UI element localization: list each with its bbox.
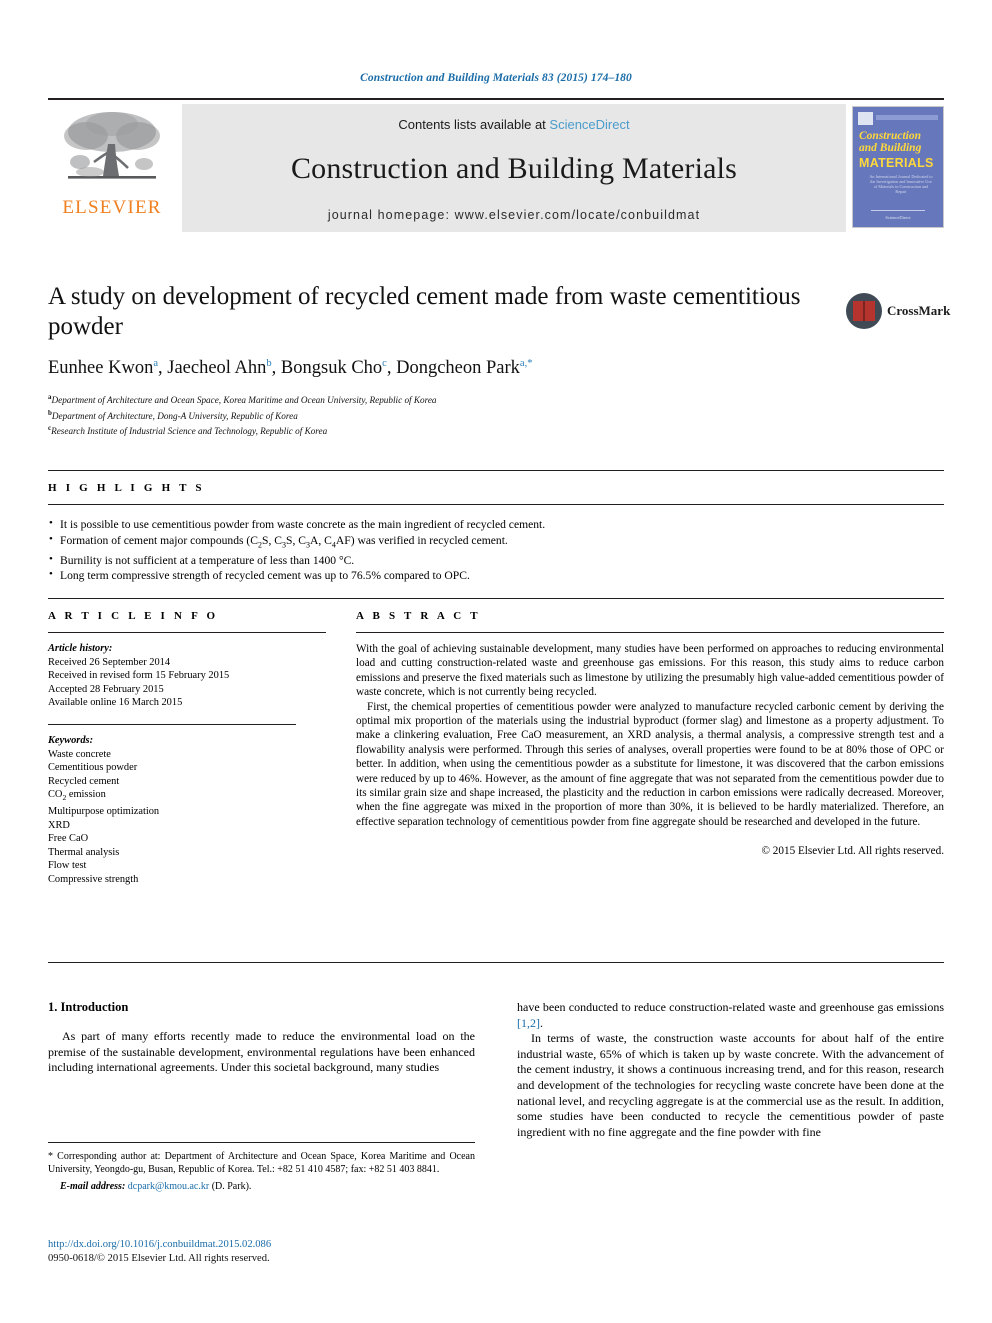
highlights-list: It is possible to use cementitious powde… bbox=[48, 505, 944, 584]
journal-band: Contents lists available at ScienceDirec… bbox=[182, 104, 846, 232]
author-name: Dongcheon Parka,* bbox=[396, 358, 533, 379]
section-title-introduction: 1. Introduction bbox=[48, 1000, 129, 1014]
highlights-section: H I G H L I G H T S It is possible to us… bbox=[48, 470, 944, 584]
highlight-item: It is possible to use cementitious powde… bbox=[48, 516, 944, 533]
crossmark-circle-icon bbox=[846, 293, 882, 329]
intro-left-paragraphs: As part of many efforts recently made to… bbox=[48, 1029, 475, 1076]
highlight-item: Burnility is not sufficient at a tempera… bbox=[48, 552, 944, 569]
contents-prefix: Contents lists available at bbox=[398, 117, 550, 132]
affiliation-list: aDepartment of Architecture and Ocean Sp… bbox=[48, 391, 808, 438]
author-list: Eunhee Kwona, Jaecheol Ahnb, Bongsuk Cho… bbox=[48, 358, 533, 379]
elsevier-tree-icon bbox=[64, 112, 160, 179]
info-abstract-section: A R T I C L E I N F O Article history: R… bbox=[48, 598, 944, 887]
email-suffix: (D. Park). bbox=[211, 1181, 252, 1193]
body-column-right: have been conducted to reduce constructi… bbox=[517, 1000, 944, 1140]
contents-lists-line: Contents lists available at ScienceDirec… bbox=[398, 117, 629, 132]
article-history-item: Received 26 September 2014 bbox=[48, 656, 171, 668]
keyword-item: Cementitious powder bbox=[48, 762, 138, 774]
reference-link[interactable]: [1,2] bbox=[517, 1016, 540, 1030]
paper-page: Construction and Building Materials 83 (… bbox=[0, 0, 992, 1323]
body-columns: 1. Introduction As part of many efforts … bbox=[48, 1000, 944, 1140]
intro-paragraph: As part of many efforts recently made to… bbox=[48, 1029, 475, 1075]
running-head: Construction and Building Materials 83 (… bbox=[360, 72, 632, 84]
keyword-item: Thermal analysis bbox=[48, 846, 120, 858]
highlight-item: Long term compressive strength of recycl… bbox=[48, 567, 944, 584]
elsevier-logo: ELSEVIER bbox=[48, 104, 176, 232]
affiliation-item: bDepartment of Architecture, Dong-A Univ… bbox=[48, 408, 298, 421]
affiliation-mark: b bbox=[48, 408, 52, 417]
crossmark-badge[interactable]: CrossMark bbox=[846, 288, 950, 334]
article-history: Article history: Received 26 September 2… bbox=[48, 633, 326, 710]
crossmark-label: CrossMark bbox=[887, 303, 951, 318]
cover-title-line2: and Building bbox=[859, 142, 922, 154]
footnote-block: * Corresponding author at: Department of… bbox=[48, 1142, 475, 1194]
body-top-rule bbox=[48, 962, 944, 963]
keyword-item: CO2 emission bbox=[48, 789, 106, 803]
email-note: E-mail address: dcpark@kmou.ac.kr (D. Pa… bbox=[48, 1180, 475, 1193]
article-history-item: Available online 16 March 2015 bbox=[48, 697, 183, 709]
title-block: A study on development of recycled cemen… bbox=[48, 282, 808, 438]
keyword-item: Flow test bbox=[48, 860, 87, 872]
article-history-item: Received in revised form 15 February 201… bbox=[48, 670, 230, 682]
issn-copyright: 0950-0618/© 2015 Elsevier Ltd. All right… bbox=[48, 1253, 270, 1264]
author-name: Eunhee Kwona bbox=[48, 358, 158, 379]
abstract-body: With the goal of achieving sustainable d… bbox=[356, 633, 944, 829]
article-history-items: Received 26 September 2014 Received in re… bbox=[48, 656, 326, 710]
keyword-item: Recycled cement bbox=[48, 775, 120, 787]
body-column-left: 1. Introduction As part of many efforts … bbox=[48, 1000, 475, 1140]
highlights-heading: H I G H L I G H T S bbox=[48, 482, 205, 494]
elsevier-wordmark: ELSEVIER bbox=[62, 197, 162, 218]
journal-homepage-link[interactable]: journal homepage: www.elsevier.com/locat… bbox=[328, 208, 700, 222]
keyword-item: XRD bbox=[48, 819, 70, 831]
corresponding-author-note: * Corresponding author at: Department of… bbox=[48, 1151, 475, 1176]
cover-title-line3: MATERIALS bbox=[859, 156, 934, 170]
doi-link[interactable]: http://dx.doi.org/10.1016/j.conbuildmat.… bbox=[48, 1238, 475, 1252]
article-info-heading: A R T I C L E I N F O bbox=[48, 610, 219, 622]
author-affiliation-mark: a,* bbox=[519, 358, 533, 369]
intro-paragraph: have been conducted to reduce constructi… bbox=[517, 1000, 944, 1030]
sciencedirect-link[interactable]: ScienceDirect bbox=[549, 117, 629, 132]
abstract-paragraph: First, the chemical properties of cement… bbox=[356, 700, 944, 828]
journal-cover-image: Construction and Building MATERIALS An I… bbox=[852, 106, 944, 228]
keywords-items: Waste concrete Cementitious powder Recycle… bbox=[48, 748, 326, 887]
crossmark-book-icon bbox=[853, 301, 875, 321]
journal-title: Construction and Building Materials bbox=[290, 152, 738, 185]
author-name: Jaecheol Ahnb bbox=[167, 358, 272, 379]
cover-topbar bbox=[876, 115, 938, 120]
intro-paragraph: In terms of waste, the construction wast… bbox=[517, 1031, 944, 1139]
cover-subtitle: An International Journal Dedicated to th… bbox=[869, 174, 933, 194]
keyword-item: Multipurpose optimization bbox=[48, 806, 160, 818]
abstract-column: A B S T R A C T With the goal of achievi… bbox=[326, 599, 944, 887]
keyword-item: Compressive strength bbox=[48, 873, 139, 885]
abstract-copyright: © 2015 Elsevier Ltd. All rights reserved… bbox=[761, 845, 945, 858]
article-history-item: Accepted 28 February 2015 bbox=[48, 683, 164, 695]
author-name: Bongsuk Choc bbox=[280, 358, 387, 379]
author-affiliation-mark: b bbox=[266, 358, 272, 369]
doi-block: http://dx.doi.org/10.1016/j.conbuildmat.… bbox=[48, 1238, 475, 1266]
article-history-label: Article history: bbox=[48, 643, 113, 654]
author-affiliation-mark: a bbox=[153, 358, 158, 369]
article-info-column: A R T I C L E I N F O Article history: R… bbox=[48, 599, 326, 887]
affiliation-item: aDepartment of Architecture and Ocean Sp… bbox=[48, 393, 437, 406]
keywords-label: Keywords: bbox=[48, 734, 94, 746]
affiliation-mark: c bbox=[48, 424, 52, 433]
article-title: A study on development of recycled cemen… bbox=[48, 283, 801, 340]
author-affiliation-mark: c bbox=[382, 358, 387, 369]
abstract-paragraph: With the goal of achieving sustainable d… bbox=[356, 643, 944, 699]
cover-elsevier-mark bbox=[858, 112, 873, 125]
highlight-item: Formation of cement major compounds (C2S… bbox=[48, 532, 944, 553]
journal-masthead: ELSEVIER Contents lists available at Sci… bbox=[48, 98, 944, 232]
keywords-block: Keywords: Waste concrete Cementitious pow… bbox=[48, 725, 326, 887]
affiliation-item: cResearch Institute of Industrial Scienc… bbox=[48, 424, 328, 437]
cover-divider bbox=[871, 210, 925, 211]
cover-footer: ScienceDirect bbox=[885, 215, 911, 220]
abstract-heading: A B S T R A C T bbox=[356, 610, 481, 622]
keyword-item: Waste concrete bbox=[48, 748, 111, 760]
email-link[interactable]: dcpark@kmou.ac.kr bbox=[128, 1181, 209, 1192]
email-label: E-mail address: bbox=[60, 1181, 126, 1193]
keyword-item: Free CaO bbox=[48, 833, 89, 845]
intro-right-paragraphs: have been conducted to reduce constructi… bbox=[517, 1000, 944, 1140]
affiliation-mark: a bbox=[48, 393, 52, 402]
cover-title-line1: Construction bbox=[859, 130, 921, 142]
